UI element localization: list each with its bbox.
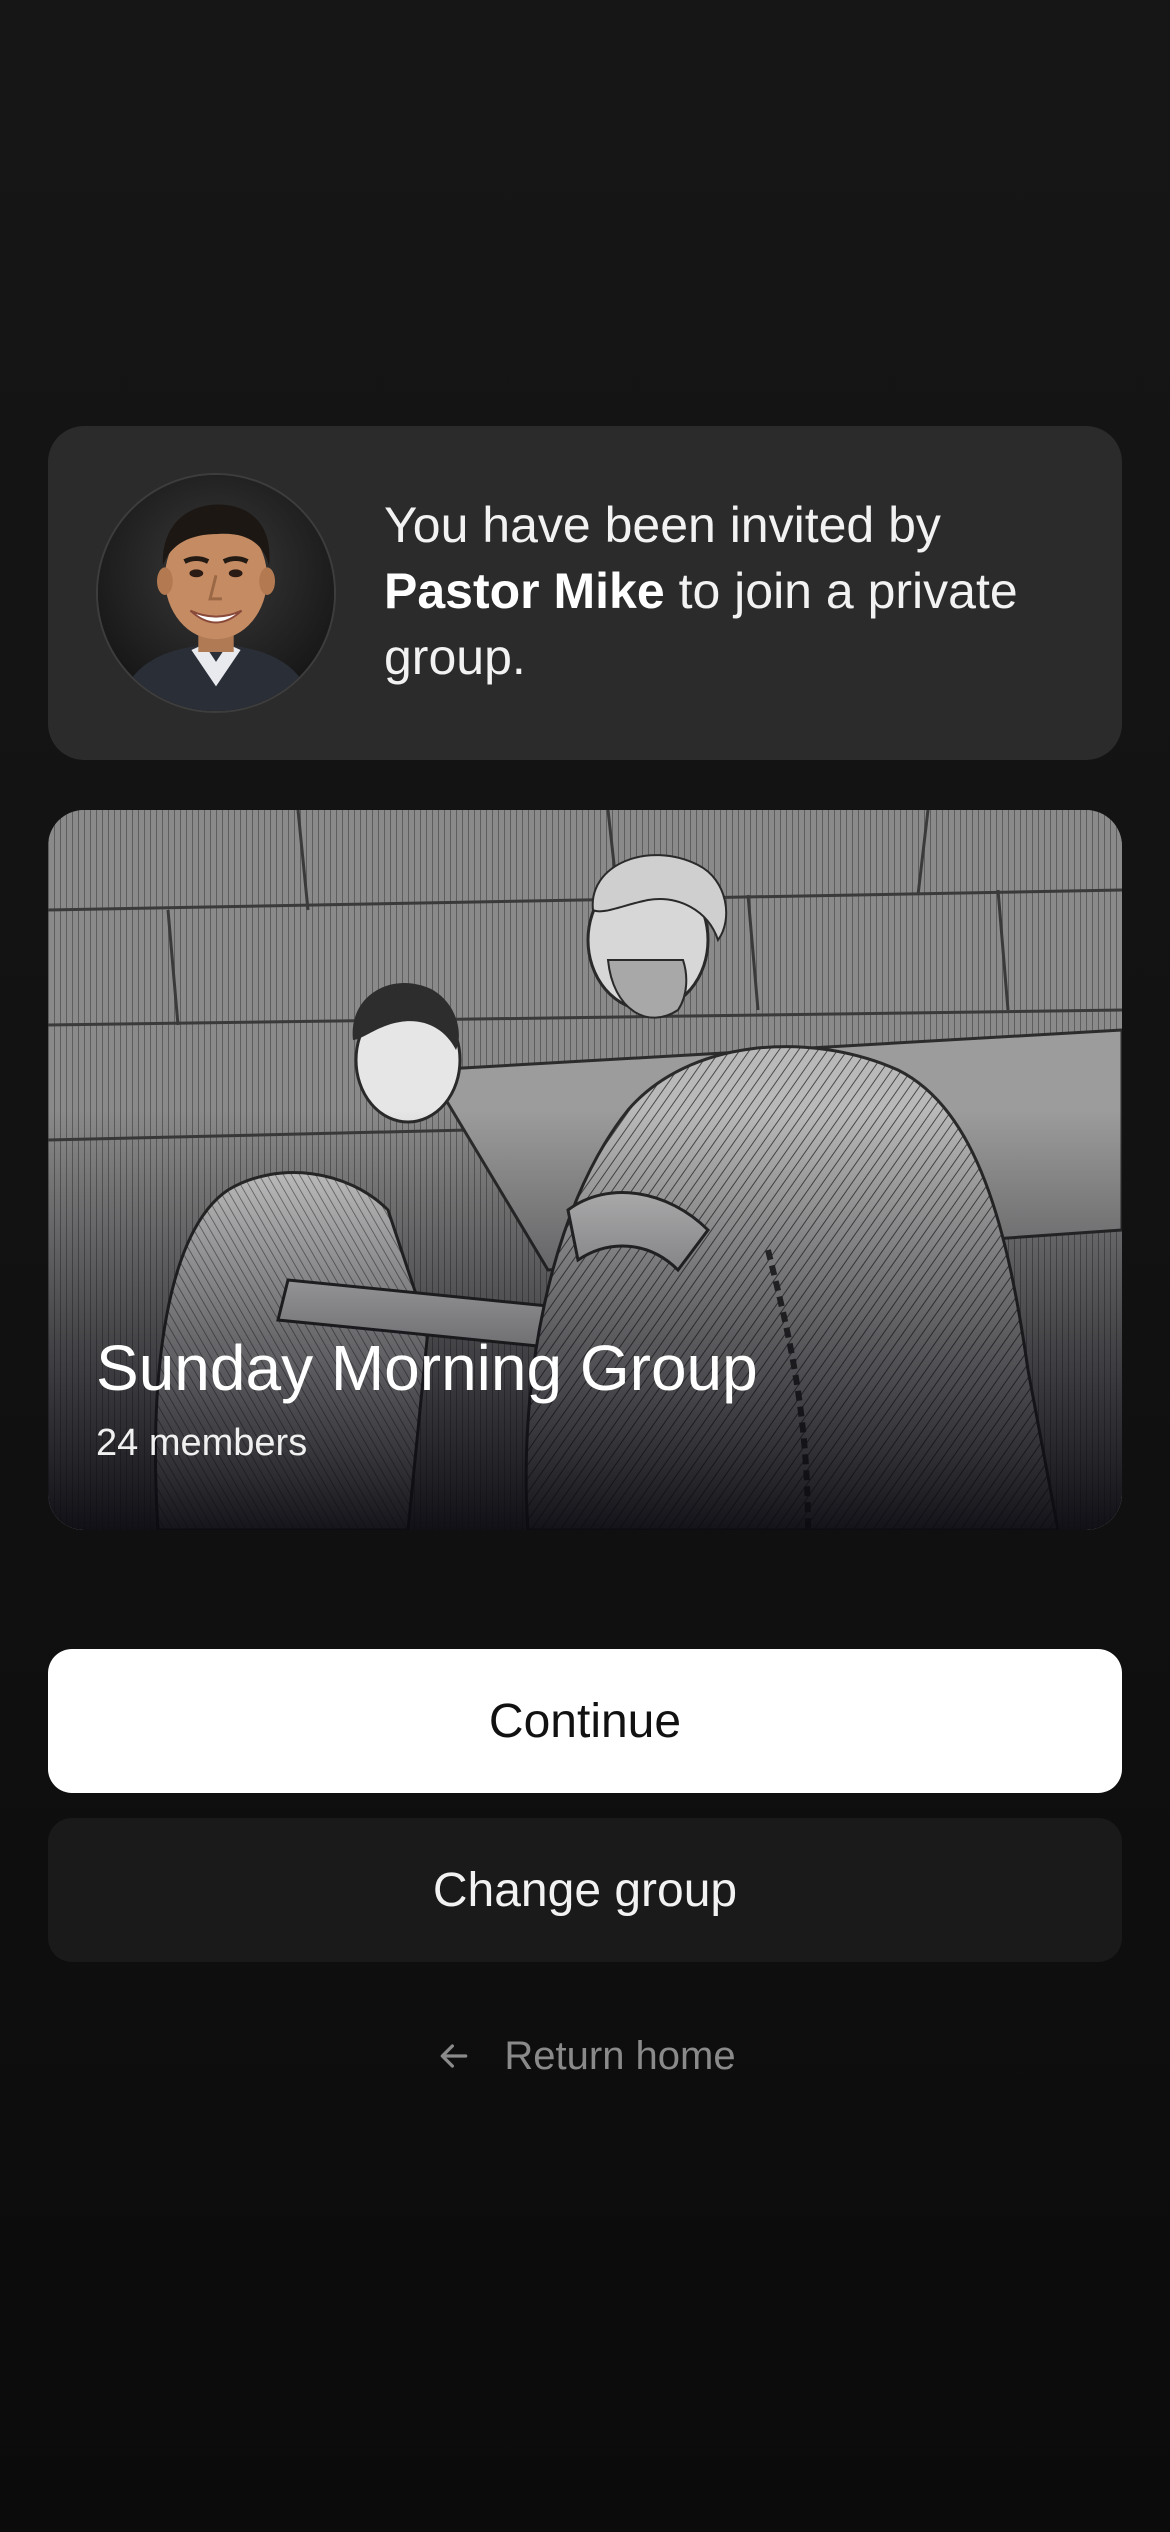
- inviter-name: Pastor Mike: [384, 563, 665, 619]
- inviter-avatar: [96, 473, 336, 713]
- cover-gradient-overlay: [48, 1110, 1122, 1530]
- return-home-link[interactable]: Return home: [0, 2026, 1170, 2086]
- invitation-card: You have been invited by Pastor Mike to …: [48, 426, 1122, 760]
- continue-button[interactable]: Continue: [48, 1649, 1122, 1793]
- change-group-button-label: Change group: [432, 1863, 738, 1917]
- return-home-label: Return home: [504, 2033, 736, 2078]
- invitation-message: You have been invited by Pastor Mike to …: [384, 492, 1094, 690]
- continue-button-label: Continue: [488, 1694, 682, 1748]
- group-name: Sunday Morning Group: [96, 1332, 758, 1404]
- avatar-portrait-image: [98, 475, 334, 711]
- group-member-count: 24 members: [96, 1422, 308, 1464]
- change-group-button[interactable]: Change group: [48, 1818, 1122, 1962]
- arrow-left-icon: [441, 2044, 468, 2068]
- group-card[interactable]: Sunday Morning Group 24 members: [48, 810, 1122, 1530]
- invitation-prefix: You have been invited by: [384, 497, 941, 553]
